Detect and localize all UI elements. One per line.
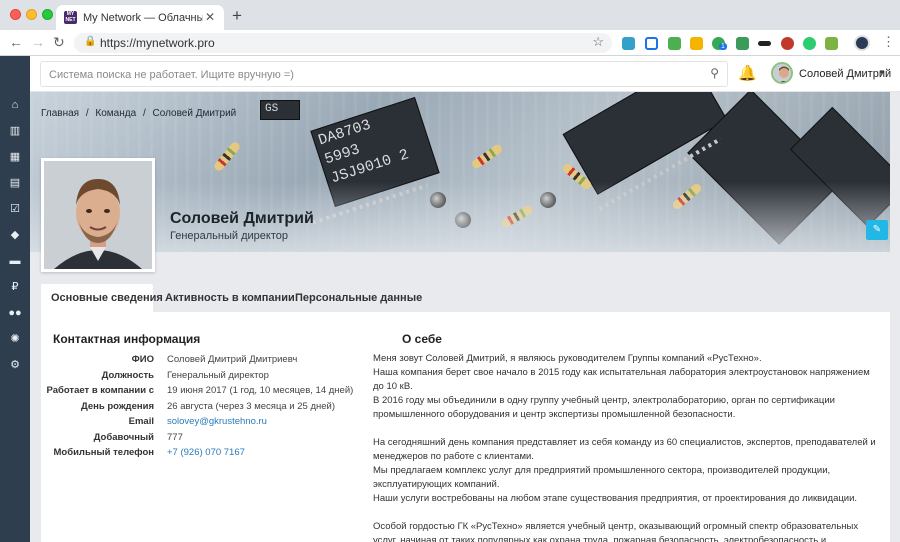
extension-icon[interactable]	[645, 37, 658, 50]
extension-icon[interactable]	[622, 37, 635, 50]
search-placeholder: Система поиска не работает. Ищите вручну…	[49, 69, 294, 81]
tab-title: My Network — Облачный корпоративный порт…	[83, 12, 203, 24]
extension-badge: 1	[719, 43, 727, 50]
profile-cover: DA8703 5993 JSJ9010 2 GS Главная / Коман…	[30, 92, 890, 252]
monitor-icon[interactable]: ▬	[0, 252, 30, 270]
browser-toolbar: ← → ↻ 🔒 https://mynetwork.pro ☆ 1 ⋮	[0, 30, 900, 56]
cover-shade	[30, 182, 890, 252]
new-tab-icon[interactable]: +	[232, 6, 242, 26]
breadcrumb-item-home[interactable]: Главная	[41, 108, 79, 119]
about-paragraph: Особой гордостью ГК «РусТехно» является …	[373, 521, 859, 542]
forward-icon[interactable]: →	[31, 34, 45, 50]
lightbulb-icon[interactable]: ✺	[0, 330, 30, 348]
reload-icon[interactable]: ↻	[53, 34, 65, 51]
about-paragraph: Мы предлагаем комплекс услуг для предпри…	[373, 465, 831, 490]
home-icon[interactable]: ⌂	[0, 96, 30, 114]
extension-icon[interactable]	[825, 37, 838, 50]
about-text: Меня зовут Соловей Дмитрий, я являюсь ру…	[373, 352, 881, 542]
cover-resistor	[470, 143, 504, 170]
tab-personal-data[interactable]: Персональные данные	[285, 284, 432, 312]
extension-icon[interactable]	[690, 37, 703, 50]
email-link[interactable]: solovey@gkrustehno.ru	[167, 416, 267, 427]
about-paragraph: Наша компания берет свое начало в 2015 г…	[373, 367, 870, 392]
avatar-face-icon	[773, 64, 791, 82]
bell-icon[interactable]: 🔔	[738, 64, 757, 82]
search-input[interactable]: Система поиска не работает. Ищите вручну…	[40, 61, 728, 87]
gear-icon[interactable]: ⚙	[0, 356, 30, 374]
extension-icon[interactable]	[803, 37, 816, 50]
profile-photo	[41, 158, 155, 272]
table-icon[interactable]: ▦	[0, 148, 30, 166]
contact-label: ФИО	[131, 354, 154, 365]
contact-label: День рождения	[80, 401, 154, 412]
tab-company-activity[interactable]: Активность в компании	[155, 284, 305, 312]
ruble-icon[interactable]: ₽	[0, 278, 30, 296]
cover-resistor	[212, 140, 242, 173]
browser-tabbar: MY NET My Network — Облачный корпоративн…	[0, 0, 900, 30]
breadcrumb-separator: /	[85, 108, 89, 119]
browser-menu-icon[interactable]: ⋮	[882, 34, 895, 50]
extension-icon[interactable]	[758, 41, 771, 46]
bookmark-star-icon[interactable]: ☆	[592, 34, 604, 50]
breadcrumb-item-team[interactable]: Команда	[95, 108, 136, 119]
close-tab-icon[interactable]: ✕	[205, 10, 215, 24]
bar-chart-icon[interactable]: ▥	[0, 122, 30, 140]
maximize-window-button[interactable]	[42, 9, 53, 20]
minimize-window-button[interactable]	[26, 9, 37, 20]
contact-value: 26 августа (через 3 месяца и 25 дней)	[167, 401, 336, 412]
contact-heading: Контактная информация	[53, 332, 201, 346]
search-icon[interactable]: ⚲	[710, 66, 719, 80]
about-spacer	[373, 506, 881, 520]
extension-icon[interactable]	[668, 37, 681, 50]
favicon-icon: MY NET	[64, 11, 77, 24]
users-icon[interactable]: ●●	[0, 304, 30, 322]
contact-value: Генеральный директор	[167, 370, 269, 381]
contact-label: Должность	[101, 370, 154, 381]
contact-value: 19 июня 2017 (1 год, 10 месяцев, 14 дней…	[167, 385, 354, 396]
profile-content-panel: Контактная информация ФИО Соловей Дмитри…	[41, 312, 890, 542]
phone-link[interactable]: +7 (926) 070 7167	[167, 447, 245, 458]
about-spacer	[373, 422, 881, 436]
contact-label: Работает в компании с	[46, 385, 155, 396]
contact-value: 777	[167, 432, 183, 443]
about-paragraph: Меня зовут Соловей Дмитрий, я являюсь ру…	[373, 353, 762, 364]
avatar[interactable]	[771, 62, 793, 84]
app-sidebar: ⌂ ▥ ▦ ▤ ☑ ◆ ▬ ₽ ●● ✺ ⚙	[0, 56, 30, 542]
app-header: Система поиска не работает. Ищите вручну…	[30, 56, 900, 92]
calendar-icon[interactable]: ▤	[0, 174, 30, 192]
tab-basic-info[interactable]: Основные сведения	[41, 284, 163, 312]
chevron-down-icon[interactable]: ▼	[878, 68, 886, 77]
extension-icon[interactable]	[736, 37, 749, 50]
about-paragraph: Наши услуги востребованы на любом этапе …	[373, 493, 858, 504]
url-text: https://mynetwork.pro	[100, 36, 215, 50]
contact-label: Мобильный телефон	[53, 447, 155, 458]
breadcrumb: Главная / Команда / Соловей Дмитрий	[41, 108, 240, 119]
about-paragraph: В 2016 году мы объединили в одну группу …	[373, 395, 835, 420]
address-bar[interactable]: 🔒 https://mynetwork.pro ☆	[74, 33, 612, 53]
about-paragraph: На сегодняшний день компания представляе…	[373, 437, 876, 462]
profile-position: Генеральный директор	[170, 230, 288, 242]
contact-label: Email	[128, 416, 154, 427]
profile-photo-image	[44, 161, 152, 269]
pencil-icon: ✎	[872, 224, 882, 235]
contact-value: Соловей Дмитрий Дмитриевч	[167, 354, 298, 365]
contact-label: Добавочный	[93, 432, 154, 443]
breadcrumb-separator: /	[142, 108, 146, 119]
checkbox-icon[interactable]: ☑	[0, 200, 30, 218]
edit-cover-button[interactable]: ✎	[866, 220, 888, 240]
extension-icon[interactable]	[781, 37, 794, 50]
profile-name: Соловей Дмитрий	[170, 210, 314, 227]
browser-tab[interactable]: MY NET My Network — Облачный корпоративн…	[56, 5, 224, 30]
back-icon[interactable]: ←	[9, 34, 23, 50]
breadcrumb-item-current: Соловей Дмитрий	[152, 108, 237, 119]
browser-profile-avatar[interactable]	[854, 35, 870, 51]
lock-icon: 🔒	[84, 36, 97, 47]
box-icon[interactable]: ◆	[0, 226, 30, 244]
cover-chip: GS	[260, 100, 300, 120]
about-heading: О себе	[402, 332, 442, 346]
close-window-button[interactable]	[10, 9, 21, 20]
